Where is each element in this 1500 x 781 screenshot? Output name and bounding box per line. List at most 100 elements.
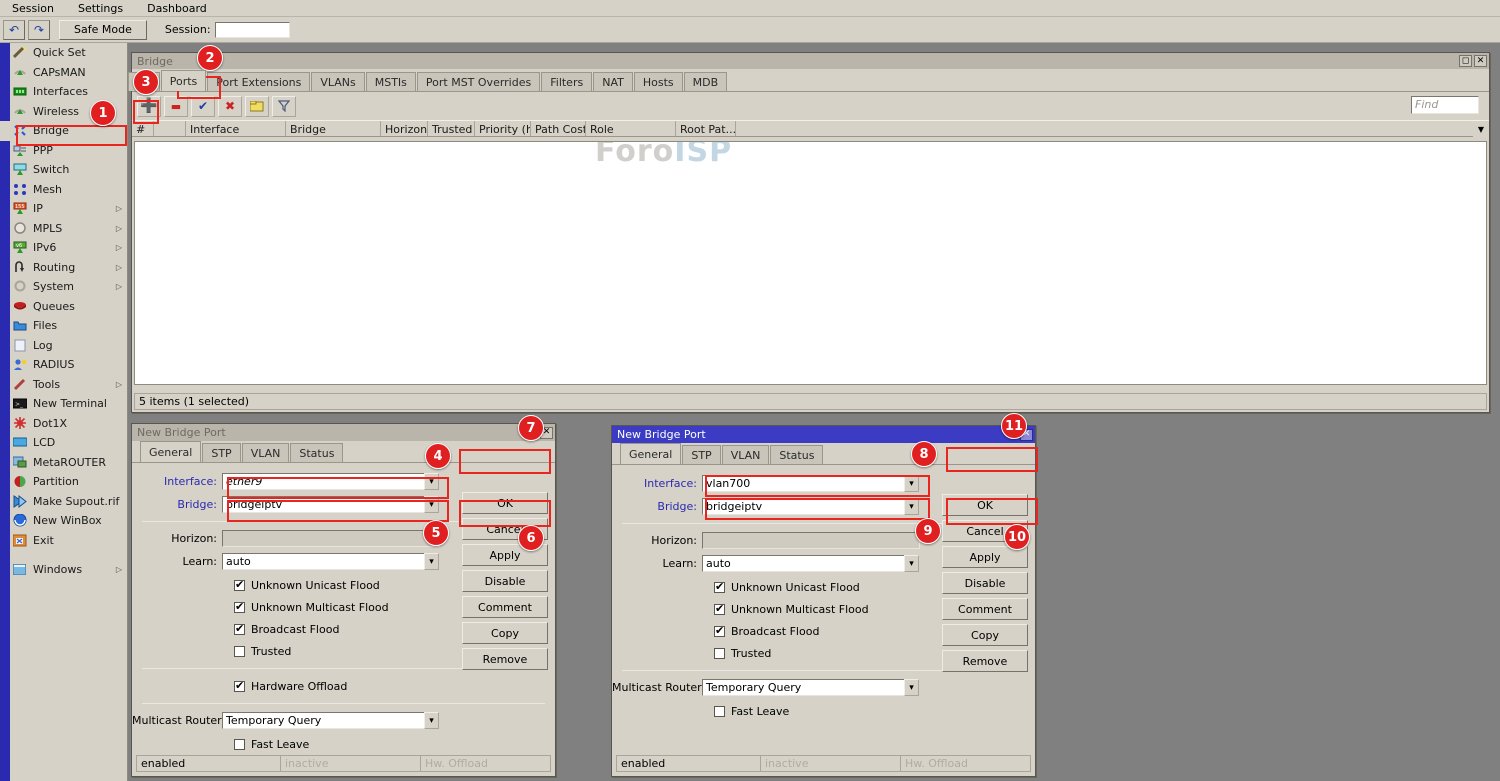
horizon-input[interactable] — [222, 530, 440, 547]
column-header[interactable]: Interface — [186, 121, 286, 136]
column-header[interactable]: Root Pat... — [676, 121, 736, 136]
ok-button[interactable]: OK — [462, 492, 548, 514]
bridge-window-titlebar[interactable]: Bridge ◻ ✕ — [132, 53, 1489, 69]
sidebar-item-lcd[interactable]: LCD — [0, 433, 127, 453]
enable-button[interactable]: ✔ — [191, 96, 215, 117]
checkbox-box[interactable] — [714, 582, 725, 593]
tab-hosts[interactable]: Hosts — [634, 72, 683, 91]
tab-stp[interactable]: STP — [202, 443, 240, 462]
copy-button[interactable]: Copy — [462, 622, 548, 644]
multicast-router-dropdown-icon[interactable]: ▾ — [424, 712, 439, 729]
checkbox-fast-leave[interactable]: Fast Leave — [132, 733, 555, 755]
sidebar-item-mpls[interactable]: MPLS▷ — [0, 219, 127, 239]
interface-dropdown-icon[interactable]: ▾ — [904, 475, 919, 492]
sidebar-item-routing[interactable]: Routing▷ — [0, 258, 127, 278]
checkbox-hardware-offload[interactable]: Hardware Offload — [132, 675, 555, 697]
column-header[interactable]: Trusted — [428, 121, 475, 136]
tab-general[interactable]: General — [620, 443, 681, 464]
comment-button[interactable] — [245, 96, 269, 117]
column-header[interactable]: Priority (h... — [475, 121, 531, 136]
bridge-dropdown-icon[interactable]: ▾ — [904, 498, 919, 515]
dialog-left-titlebar[interactable]: New Bridge Port ✕ — [132, 424, 555, 441]
multicast-router-input[interactable]: Temporary Query — [222, 712, 425, 729]
disable-button[interactable]: Disable — [942, 572, 1028, 594]
sidebar-item-dot1x[interactable]: Dot1X — [0, 414, 127, 434]
tab-status[interactable]: Status — [770, 445, 823, 464]
interface-dropdown-icon[interactable]: ▾ — [424, 473, 439, 490]
column-header[interactable]: Path Cost — [531, 121, 586, 136]
checkbox-box[interactable] — [714, 626, 725, 637]
column-header[interactable]: Bridge — [286, 121, 381, 136]
column-header[interactable]: Role — [586, 121, 676, 136]
tab-stp[interactable]: STP — [682, 445, 720, 464]
sidebar-item-quick-set[interactable]: Quick Set — [0, 43, 127, 63]
tab-vlan[interactable]: VLAN — [722, 445, 770, 464]
filter-button[interactable] — [272, 96, 296, 117]
checkbox-box[interactable] — [714, 706, 725, 717]
bridge-dropdown-icon[interactable]: ▾ — [424, 496, 439, 513]
comment-button[interactable]: Comment — [942, 598, 1028, 620]
sidebar-item-new-terminal[interactable]: >_New Terminal — [0, 394, 127, 414]
column-header[interactable]: # — [132, 121, 154, 136]
sidebar-item-capsman[interactable]: CAPsMAN — [0, 63, 127, 83]
add-button[interactable]: ➕ — [137, 96, 161, 117]
sidebar-item-mesh[interactable]: Mesh — [0, 180, 127, 200]
sidebar-item-log[interactable]: Log — [0, 336, 127, 356]
tab-port-extensions[interactable]: Port Extensions — [207, 72, 310, 91]
sidebar-item-new-winbox[interactable]: New WinBox — [0, 511, 127, 531]
learn-input[interactable]: auto — [702, 555, 905, 572]
sidebar-item-switch[interactable]: Switch — [0, 160, 127, 180]
column-header[interactable]: Horizon — [381, 121, 428, 136]
remove-button[interactable]: Remove — [462, 648, 548, 670]
ok-button[interactable]: OK — [942, 494, 1028, 516]
bridge-ports-grid[interactable]: ForoISP — [134, 141, 1487, 385]
tab-vlan[interactable]: VLAN — [242, 443, 290, 462]
menu-item-settings[interactable]: Settings — [66, 0, 135, 17]
disable-button[interactable]: Disable — [462, 570, 548, 592]
sidebar-item-metarouter[interactable]: MetaROUTER — [0, 453, 127, 473]
find-input[interactable]: Find — [1411, 96, 1479, 114]
menu-item-session[interactable]: Session — [0, 0, 66, 17]
tab-port-mst-overrides[interactable]: Port MST Overrides — [417, 72, 540, 91]
sidebar-item-ip[interactable]: 155IP▷ — [0, 199, 127, 219]
menu-item-dashboard[interactable]: Dashboard — [135, 0, 219, 17]
checkbox-box[interactable] — [234, 624, 245, 635]
checkbox-box[interactable] — [234, 602, 245, 613]
copy-button[interactable]: Copy — [942, 624, 1028, 646]
tab-nat[interactable]: NAT — [593, 72, 633, 91]
safe-mode-button[interactable]: Safe Mode — [59, 20, 147, 40]
checkbox-box[interactable] — [234, 739, 245, 750]
interface-input[interactable]: ether9 — [222, 473, 425, 490]
comment-button[interactable]: Comment — [462, 596, 548, 618]
bridge-input[interactable]: bridgeiptv — [702, 498, 905, 515]
tab-mstis[interactable]: MSTIs — [366, 72, 416, 91]
multicast-router-input[interactable]: Temporary Query — [702, 679, 905, 696]
checkbox-box[interactable] — [234, 646, 245, 657]
horizon-input[interactable] — [702, 532, 920, 549]
sidebar-item-system[interactable]: System▷ — [0, 277, 127, 297]
sidebar-item-make-supout-rif[interactable]: Make Supout.rif — [0, 492, 127, 512]
remove-button[interactable]: ▬ — [164, 96, 188, 117]
sidebar-item-partition[interactable]: Partition — [0, 472, 127, 492]
checkbox-fast-leave[interactable]: Fast Leave — [612, 700, 1035, 722]
column-menu-icon[interactable]: ▼ — [1473, 121, 1489, 138]
column-header[interactable] — [154, 121, 186, 136]
learn-dropdown-icon[interactable]: ▾ — [904, 555, 919, 572]
tab-status[interactable]: Status — [290, 443, 343, 462]
sidebar-item-windows[interactable]: Windows ▷ — [0, 560, 127, 580]
learn-dropdown-icon[interactable]: ▾ — [424, 553, 439, 570]
sidebar-item-radius[interactable]: RADIUS — [0, 355, 127, 375]
tab-filters[interactable]: Filters — [541, 72, 592, 91]
sidebar-item-tools[interactable]: Tools▷ — [0, 375, 127, 395]
sidebar-item-ipv6[interactable]: v6IPv6▷ — [0, 238, 127, 258]
sidebar-item-interfaces[interactable]: Interfaces — [0, 82, 127, 102]
undo-arrow-icon[interactable]: ↶ — [3, 20, 25, 40]
remove-button[interactable]: Remove — [942, 650, 1028, 672]
tab-mdb[interactable]: MDB — [684, 72, 728, 91]
disable-button[interactable]: ✖ — [218, 96, 242, 117]
learn-input[interactable]: auto — [222, 553, 425, 570]
sidebar-item-queues[interactable]: Queues — [0, 297, 127, 317]
checkbox-box[interactable] — [234, 580, 245, 591]
tab-ports[interactable]: Ports — [161, 70, 207, 91]
redo-arrow-icon[interactable]: ↷ — [28, 20, 50, 40]
